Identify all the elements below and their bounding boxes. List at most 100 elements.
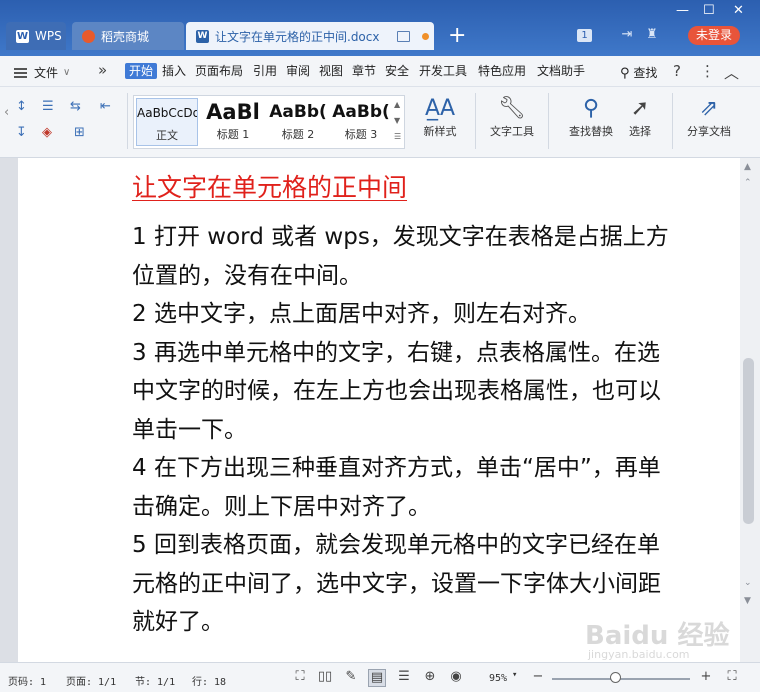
style-scroll-down-icon[interactable]: ▼ [394,116,400,125]
pen-icon[interactable]: ✎ [343,669,359,685]
skin-icon[interactable]: ♜ [645,28,659,42]
zoom-out-icon[interactable]: − [530,669,546,685]
zoom-slider-handle[interactable] [610,672,621,683]
scroll-thumb[interactable] [743,358,754,524]
paragraph-step-3: 3 再选中单元格中的文字，右键，点表格属性。在选中文字的时候，在左上方也会出现表… [132,339,661,443]
find-label: 查找 [633,66,658,80]
border-icon[interactable]: ⊞ [74,125,85,140]
close-icon[interactable]: ✕ [733,4,744,18]
zoom-slider[interactable] [552,678,690,680]
help-icon[interactable]: ? [673,62,681,80]
style-heading-1-label: 标题 1 [216,128,250,141]
scroll-down-icon[interactable]: ▼ [744,596,751,606]
menu-tab-developer[interactable]: 开发工具 [419,64,467,78]
ribbon-separator [127,93,128,149]
baidu-watermark-url: jingyan.baidu.com [588,648,690,661]
menu-tab-security[interactable]: 安全 [385,64,409,78]
tab-document-label: 让文字在单元格的正中间.docx [215,29,380,44]
menu-tab-review[interactable]: 审阅 [286,64,310,78]
zoom-level[interactable]: 95% [489,673,507,684]
text-direction-icon[interactable]: ↧ [16,125,27,140]
paragraph-icon[interactable]: ⇆ [70,99,81,114]
more-icon[interactable]: ⋮ [700,62,715,80]
document-page[interactable]: 让文字在单元格的正中间 1 打开 word 或者 wps，发现文字在表格是占据上… [18,158,740,662]
style-heading-3-label: 标题 3 [344,128,378,141]
cursor-icon: ➚ [630,96,650,121]
tab-wps-home[interactable]: W WPS [6,22,66,50]
scroll-page-up-icon[interactable]: ⌃ [744,178,752,188]
page-view-icon[interactable]: ▤ [368,669,386,687]
login-button[interactable]: 未登录 [688,26,740,45]
book-view-icon[interactable]: ▯▯ [317,669,333,685]
menu-tab-doc-assistant[interactable]: 文档助手 [537,64,585,78]
menu-tab-page-layout[interactable]: 页面布局 [195,64,243,78]
document-body: 1 打开 word 或者 wps，发现文字在表格是占据上方位置的，没有在中间。 … [132,218,672,642]
ribbon-separator [672,93,673,149]
menu-bar: 文件 ∨ » 开始 插入 页面布局 引用 审阅 视图 章节 安全 开发工具 特色… [0,56,760,87]
style-normal[interactable]: AaBbCcDd 正文 [136,98,198,146]
menu-tab-special[interactable]: 特色应用 [478,64,526,78]
ribbon-separator [475,93,476,149]
file-menu-label: 文件 [34,66,59,80]
shading-icon[interactable]: ◈ [42,125,52,140]
style-heading-3[interactable]: AaBb( 标题 3 [330,98,392,146]
minimize-icon[interactable]: — [676,4,689,18]
status-row: 行: 18 [192,677,227,688]
outline-view-icon[interactable]: ☰ [396,669,412,685]
zoom-in-icon[interactable]: + [698,669,714,685]
plus-icon[interactable]: + [448,24,466,48]
fit-window-icon[interactable]: ⛶ [724,669,740,685]
text-tool-button[interactable]: 🔧︎ 文字工具 [477,95,547,139]
ribbon-scroll-left-icon[interactable]: ‹ [4,105,9,120]
double-chevron-icon[interactable]: » [98,61,107,79]
status-page: 页面: 1/1 [66,677,117,688]
style-heading-3-sample: AaBb( [332,102,390,122]
scroll-up-icon[interactable]: ▲ [744,162,751,172]
zoom-dropdown-icon[interactable]: ▾ [512,670,517,680]
fullscreen-icon[interactable]: ⛶ [292,669,308,685]
select-button[interactable]: ➚ 选择 [610,95,670,139]
search-icon: ⚲ [620,66,630,81]
line-spacing-icon[interactable]: ☰ [42,99,54,114]
screen-icon[interactable] [397,30,411,42]
menu-tab-view[interactable]: 视图 [319,64,343,78]
sort-icon[interactable]: ↕ [16,99,27,114]
indent-icon[interactable]: ⇤ [100,99,111,114]
new-style-label: 新样式 [423,125,457,138]
style-heading-1[interactable]: AaBl 标题 1 [200,98,266,146]
web-view-icon[interactable]: ⊕ [422,669,438,685]
style-scroll-up-icon[interactable]: ▲ [394,100,400,109]
eye-protect-icon[interactable]: ◉ [448,669,464,685]
document-title: 让文字在单元格的正中间 [132,173,408,202]
maximize-icon[interactable]: ☐ [703,4,715,18]
paragraph-step-1: 1 打开 word 或者 wps，发现文字在表格是占据上方位置的，没有在中间。 [132,224,669,289]
style-normal-sample: AaBbCcDd [137,106,198,120]
tab-document[interactable]: W 让文字在单元格的正中间.docx [186,22,434,50]
status-page-code: 页码: 1 [8,677,47,688]
status-bar: 页码: 1 页面: 1/1 节: 1/1 行: 18 ⛶ ▯▯ ✎ ▤ ☰ ⊕ … [0,662,760,692]
find-button[interactable]: ⚲ 查找 [620,64,657,81]
hamburger-icon [14,67,27,78]
menu-tab-reference[interactable]: 引用 [253,64,277,78]
collapse-ribbon-icon[interactable]: ︿ [724,62,739,83]
wps-logo-icon: W [16,29,29,43]
style-heading-2[interactable]: AaBb( 标题 2 [266,98,330,146]
scroll-page-down-icon[interactable]: ⌄ [744,578,752,588]
share-icon[interactable]: ⇥ [620,28,634,42]
menu-tab-start[interactable]: 开始 [125,63,158,79]
window-count-badge[interactable]: 1 [577,29,592,42]
menu-tab-chapter[interactable]: 章节 [352,64,376,78]
title-bar: W WPS 稻壳商城 W 让文字在单元格的正中间.docx + 1 ⇥ ♜ 未登… [0,0,760,56]
share-document-button[interactable]: ⇗ 分享文档 [676,95,742,139]
share-doc-icon: ⇗ [699,96,719,121]
menu-tab-insert[interactable]: 插入 [162,64,186,78]
new-style-button[interactable]: A̲A 新样式 [405,95,475,139]
style-expand-icon[interactable]: ☰ [394,132,401,141]
file-menu[interactable]: 文件 ∨ [14,64,70,81]
tab-docer-mall[interactable]: 稻壳商城 [72,22,184,50]
word-doc-icon: W [196,29,209,43]
style-heading-1-sample: AaBl [206,100,260,124]
paragraph-step-2: 2 选中文字，点上面居中对齐，则左右对齐。 [132,301,591,327]
chevron-down-icon: ∨ [63,67,71,78]
vertical-scrollbar[interactable]: ▲ ⌃ ⌄ ▼ [740,158,760,662]
